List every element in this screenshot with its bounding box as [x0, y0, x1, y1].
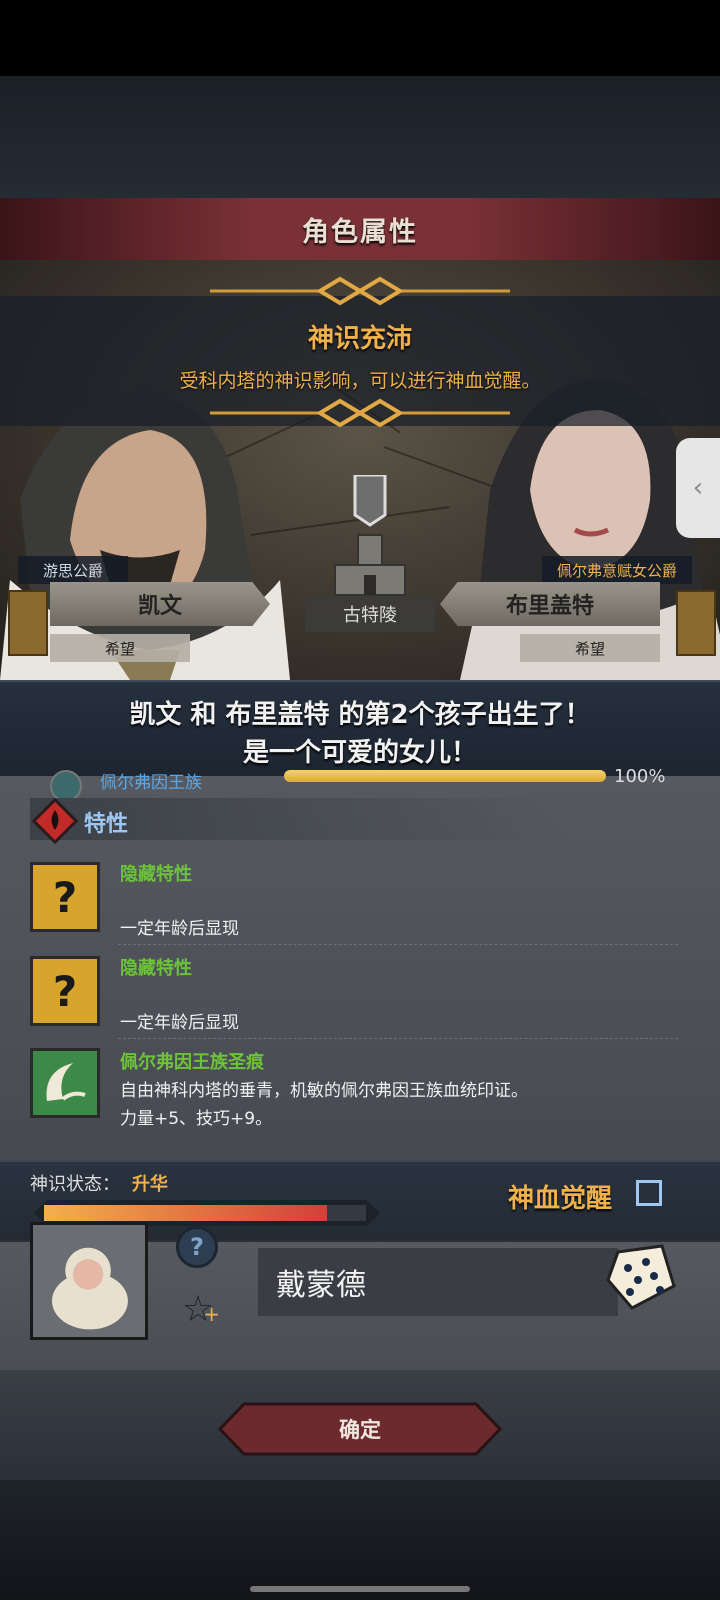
star-plus-icon[interactable]: ☆ +: [176, 1288, 220, 1332]
trait-description: 一定年龄后显现: [120, 1013, 239, 1033]
father-title: 游思公爵: [18, 556, 128, 584]
status-value: 升华: [132, 1174, 168, 1195]
birth-announcement: 凯文 和 布里盖特 的第2个孩子出生了！ 是一个可爱的女儿！: [0, 680, 720, 780]
trait-description: 一定年龄后显现: [120, 919, 239, 939]
awaken-checkbox[interactable]: [636, 1180, 662, 1206]
ornament-bottom-icon: [210, 398, 510, 428]
question-icon[interactable]: ?: [30, 956, 100, 1026]
section-title: 特性: [84, 812, 129, 837]
traits-panel[interactable]: 佩尔弗因王族 100% 特性 ? 隐藏特性 一定年龄后显现 ? 隐藏特性 一定年…: [0, 766, 720, 1160]
status-bar-top: [0, 0, 720, 76]
birth-line-2: 是一个可爱的女儿！: [242, 738, 477, 768]
child-name-input[interactable]: 戴蒙德: [258, 1248, 618, 1316]
help-icon[interactable]: ?: [176, 1226, 218, 1268]
home-indicator[interactable]: [250, 1586, 470, 1592]
child-avatar[interactable]: [30, 1222, 148, 1340]
bottom-area: [0, 1480, 720, 1600]
divider: [118, 944, 678, 945]
divider: [118, 1038, 678, 1039]
awaken-label: 神血觉醒: [508, 1184, 613, 1214]
location-label: 古特陵: [305, 596, 435, 632]
side-handle[interactable]: ‹: [676, 438, 720, 538]
ornament-top-icon: [210, 276, 510, 306]
father-mood: 希望: [50, 634, 190, 662]
trait-description: 自由神科内塔的垂青，机敏的佩尔弗因王族血统印证。: [120, 1081, 528, 1101]
lineage-percent: 100%: [614, 766, 666, 787]
trait-name: 隐藏特性: [120, 958, 192, 979]
confirm-label: 确定: [339, 1418, 381, 1442]
event-description: 受科内塔的神识影响，可以进行神血觉醒。: [179, 370, 541, 392]
confirm-button[interactable]: 确定: [218, 1402, 502, 1456]
birth-line-1: 凯文 和 布里盖特 的第2个孩子出生了！: [129, 700, 591, 730]
castle-icon: [334, 475, 406, 596]
mother-mood: 希望: [520, 634, 660, 662]
trait-effect: 力量+5、技巧+9。: [120, 1109, 273, 1129]
dice-icon[interactable]: [600, 1238, 680, 1318]
lineage-progress: [284, 770, 606, 782]
trait-section-icon: [32, 798, 78, 844]
mother-banner-icon: [676, 590, 716, 656]
question-icon[interactable]: ?: [30, 862, 100, 932]
mother-name[interactable]: 布里盖特: [440, 582, 660, 626]
trait-name: 佩尔弗因王族圣痕: [120, 1052, 264, 1073]
page-title: 角色属性: [302, 216, 418, 248]
trait-name: 隐藏特性: [120, 864, 192, 885]
title-bar: 角色属性: [0, 198, 720, 260]
status-label: 神识状态：: [30, 1174, 120, 1195]
child-row: ? ☆ + 戴蒙德: [0, 1222, 720, 1372]
father-name[interactable]: 凯文: [50, 582, 270, 626]
background-top: [0, 76, 720, 200]
father-banner-icon: [8, 590, 48, 656]
mother-title: 佩尔弗意赋女公爵: [542, 556, 692, 584]
horn-icon[interactable]: [30, 1048, 100, 1118]
lineage-name: 佩尔弗因王族: [100, 773, 202, 793]
event-title: 神识充沛: [307, 324, 412, 354]
